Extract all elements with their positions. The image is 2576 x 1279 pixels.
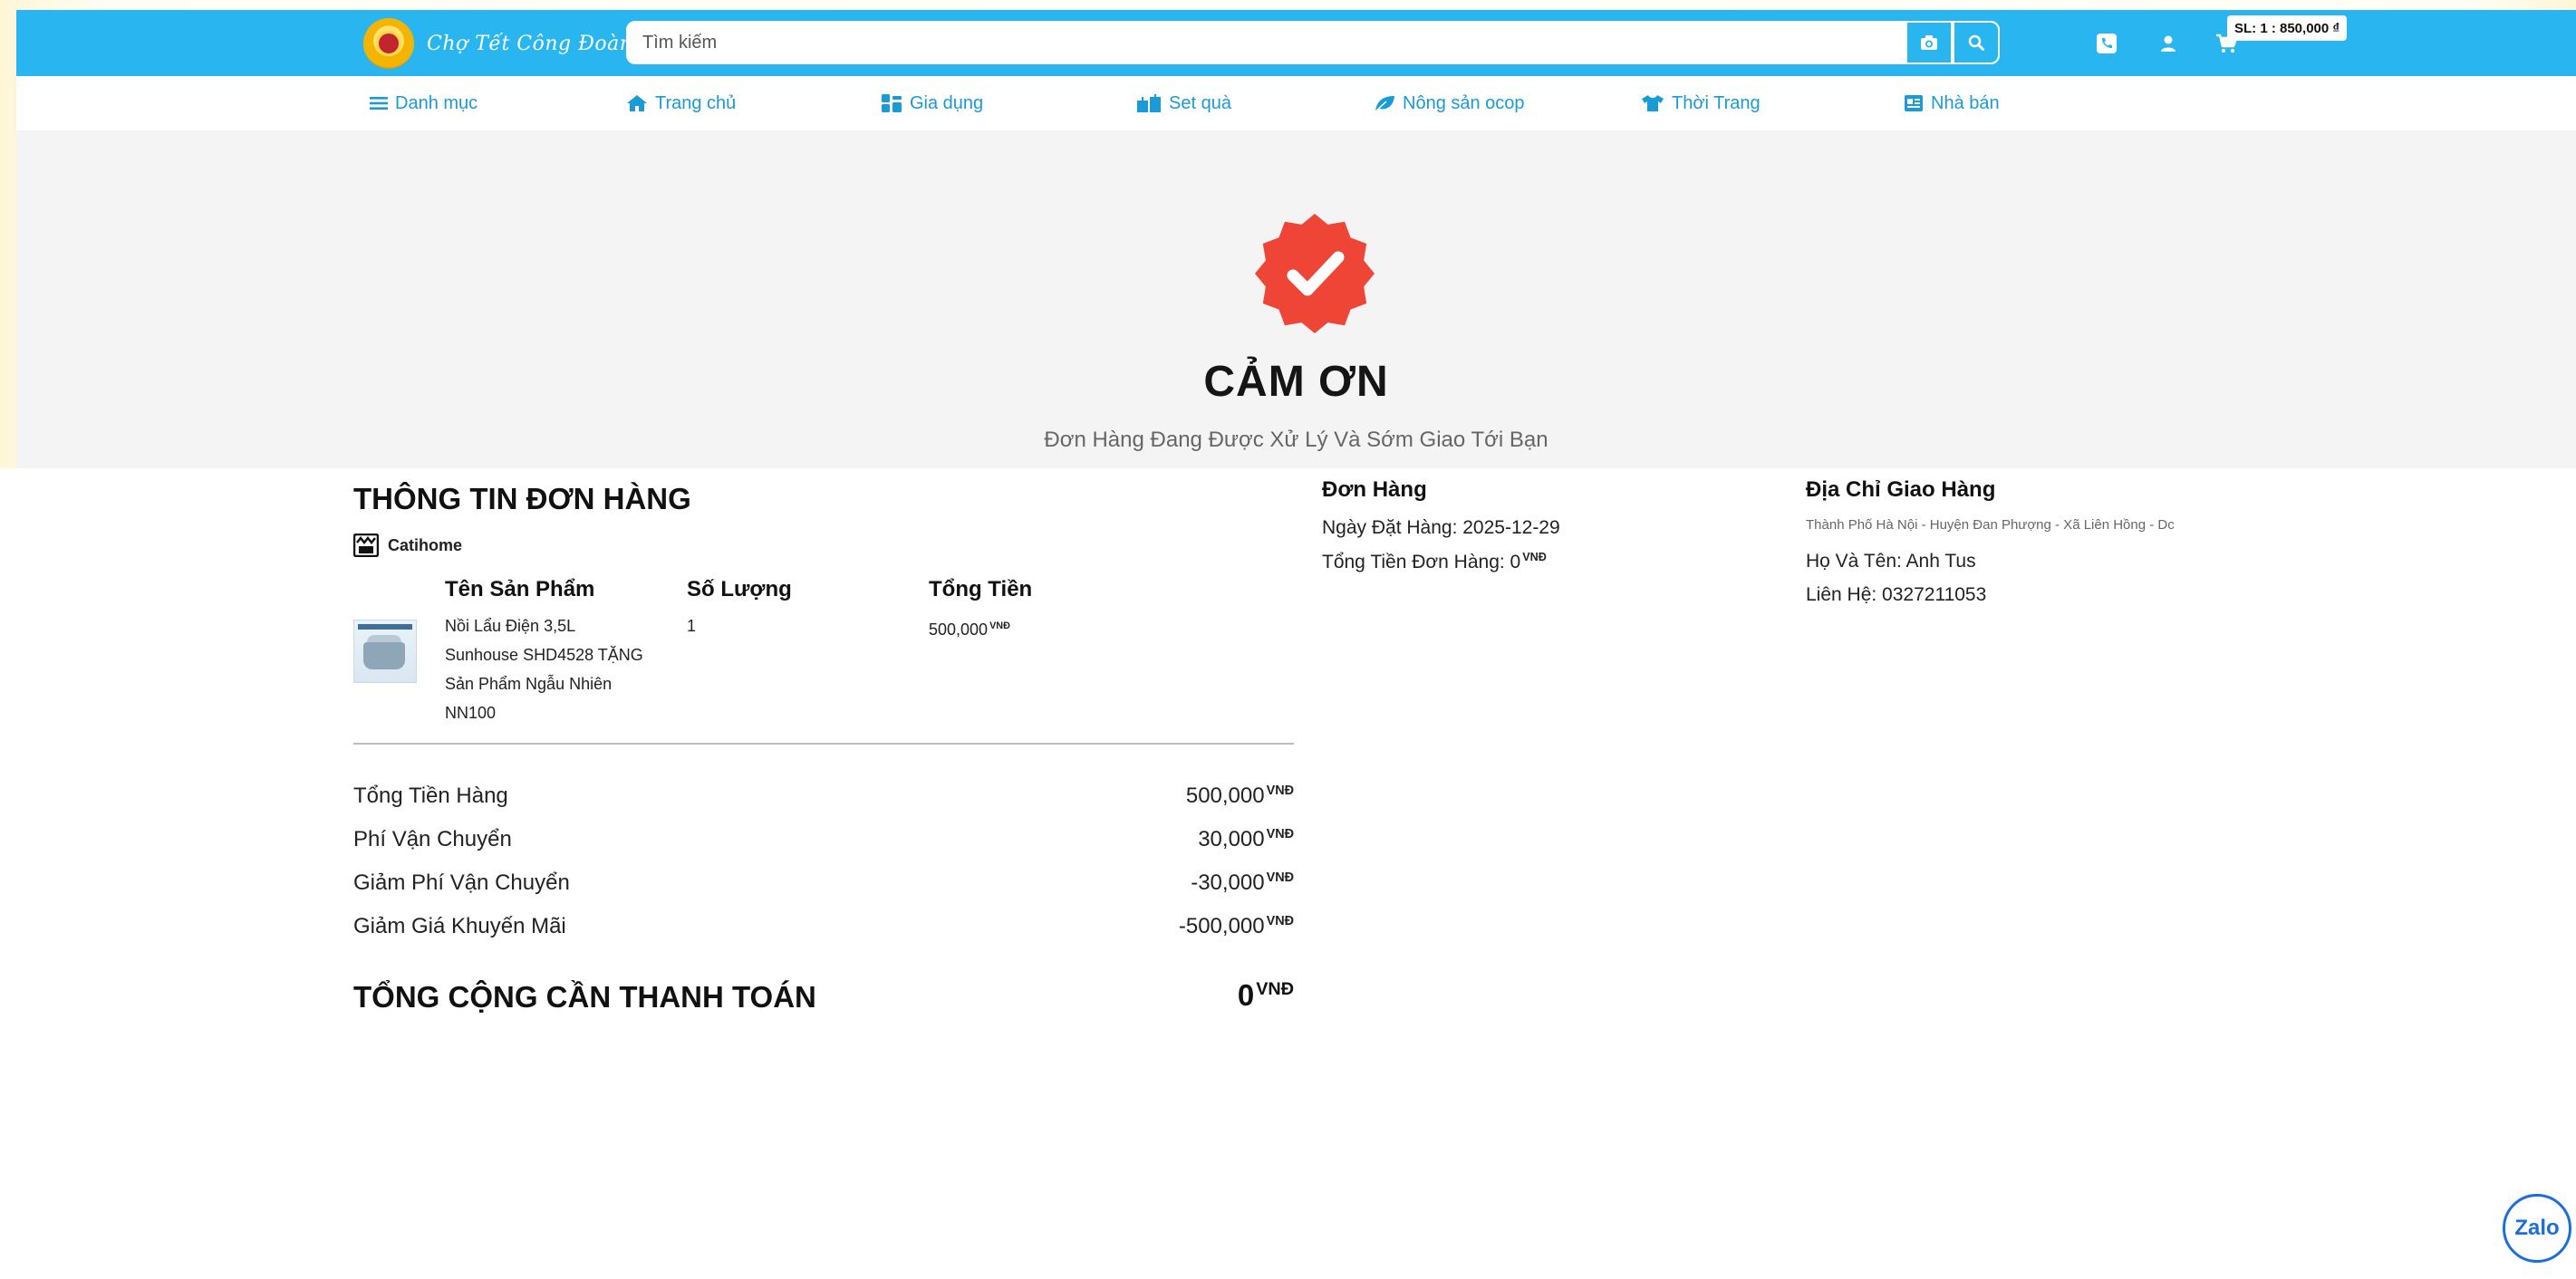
thank-you-title: CẢM ƠN: [1203, 358, 1389, 406]
nav-item-nong-san-ocop[interactable]: Nông sản ocop: [1374, 90, 1525, 117]
amount: 30,000: [1198, 827, 1265, 851]
col-header-product: Tên Sản Phẩm: [445, 577, 595, 601]
appliance-icon: [882, 94, 902, 112]
recipient-name: Họ Và Tên: Anh Tus: [1806, 551, 1976, 572]
nav-label: Nhà bán: [1931, 92, 2000, 113]
cart-summary-badge: SL: 1 : 850,000 ₫: [2227, 15, 2348, 41]
address-title: Địa Chỉ Giao Hàng: [1806, 477, 1996, 502]
search-input[interactable]: [626, 21, 1905, 64]
home-icon: [627, 95, 647, 111]
search-icon: [1968, 34, 1984, 51]
currency-unit: VNĐ: [1266, 784, 1294, 798]
product-total-value: 500,000: [929, 620, 989, 639]
col-header-quantity: Số Lượng: [687, 577, 792, 601]
account-button[interactable]: [2155, 30, 2182, 57]
product-total: 500,000 VNĐ: [929, 611, 1010, 644]
thank-you-subtitle: Đơn Hàng Đang Được Xử Lý Và Sớm Giao Tới…: [1044, 428, 1548, 452]
grand-total-value: 0 VNĐ: [1238, 978, 1294, 1013]
user-icon: [2161, 35, 2176, 52]
recipient-contact: Liên Hệ: 0327211053: [1806, 584, 1987, 605]
product-name-line: Sunhouse SHD4528 TẶNG: [445, 646, 643, 664]
amount: 0: [1237, 978, 1255, 1012]
nav-item-set-qua[interactable]: Set quà: [1136, 90, 1231, 117]
order-date: Ngày Đặt Hàng: 2025-12-29: [1322, 517, 1560, 538]
col-header-total: Tổng Tiền: [929, 577, 1033, 601]
shop-row[interactable]: Catihome: [353, 534, 462, 557]
search-button[interactable]: [1953, 21, 2000, 64]
product-thumbnail[interactable]: [353, 620, 417, 683]
product-quantity: 1: [687, 617, 697, 635]
currency-unit: VNĐ: [1266, 827, 1294, 841]
nav-item-nha-ban[interactable]: Nhà bán: [1904, 90, 2000, 117]
currency-unit: VNĐ: [1256, 979, 1294, 999]
union-emblem-icon: [363, 18, 414, 69]
nav-label: Thời Trang: [1672, 92, 1761, 113]
shirt-icon: [1642, 95, 1664, 111]
camera-icon: [1921, 35, 1937, 50]
summary-value-promo-discount: -500,000 VNĐ: [1179, 914, 1294, 939]
main-nav: Danh mục Trang chủ Gia dụng Set quà Nông…: [16, 76, 2576, 130]
gift-icon: [1137, 94, 1161, 112]
order-title: Đơn Hàng: [1322, 477, 1427, 502]
summary-value-shipping-discount: -30,000 VNĐ: [1191, 870, 1294, 896]
summary-label-promo-discount: Giảm Giá Khuyến Mãi: [353, 914, 566, 938]
nav-item-thoi-trang[interactable]: Thời Trang: [1641, 90, 1761, 117]
summary-label-shipping: Phí Vận Chuyển: [353, 827, 512, 851]
nav-label: Trang chủ: [655, 92, 737, 113]
menu-icon: [370, 97, 388, 110]
product-name-line: Nồi Lẩu Điện 3,5L: [445, 617, 576, 635]
summary-value-shipping: 30,000 VNĐ: [1198, 827, 1294, 852]
nav-label: Nông sản ocop: [1403, 92, 1525, 113]
amount: -500,000: [1178, 914, 1265, 938]
nav-label: Set quà: [1169, 92, 1231, 113]
order-info-title: THÔNG TIN ĐƠN HÀNG: [353, 482, 691, 515]
summary-label-subtotal: Tổng Tiền Hàng: [353, 784, 508, 808]
nav-item-danh-muc[interactable]: Danh mục: [370, 90, 478, 117]
nav-item-trang-chu[interactable]: Trang chủ: [626, 90, 736, 117]
shop-icon: [353, 534, 379, 557]
image-search-button[interactable]: [1905, 21, 1953, 64]
order-total-text: Tổng Tiền Đơn Hàng: 0: [1322, 552, 1521, 572]
currency-unit: VNĐ: [989, 620, 1010, 631]
product-name-line: Sản Phẩm Ngẫu Nhiên: [445, 675, 613, 693]
zalo-label: Zalo: [2514, 1216, 2560, 1240]
currency-unit: VNĐ: [1266, 870, 1294, 885]
nav-label: Gia dụng: [910, 92, 984, 113]
currency-unit: VNĐ: [1522, 551, 1547, 563]
currency-unit: VNĐ: [1266, 914, 1294, 928]
amount: -30,000: [1191, 870, 1265, 895]
summary-label-shipping-discount: Giảm Phí Vận Chuyển: [353, 870, 570, 895]
order-total: Tổng Tiền Đơn Hàng: 0 VNĐ: [1322, 551, 1547, 573]
shop-name: Catihome: [388, 535, 463, 554]
leaf-icon: [1375, 96, 1394, 112]
address-line: Thành Phố Hà Nội - Huyện Đan Phượng - Xã…: [1806, 517, 2175, 533]
nav-label: Danh mục: [395, 92, 478, 113]
order-details: THÔNG TIN ĐƠN HÀNG Catihome Tên Sản Phẩm…: [0, 468, 2576, 1279]
product-name-line: NN100: [445, 704, 497, 722]
success-badge-icon: [1251, 210, 1378, 337]
grand-total-label: TỔNG CỘNG CẦN THANH TOÁN: [353, 980, 816, 1014]
store-icon: [1905, 95, 1923, 111]
amount: 500,000: [1185, 784, 1265, 808]
search-bar: [626, 21, 2000, 64]
top-header: Chợ Tết Công Đoàn Tìm kiếm SL: 1: 850,0…: [16, 10, 2576, 76]
zalo-chat-button[interactable]: Zalo: [2503, 1194, 2571, 1263]
logo-text: Chợ Tết Công Đoàn: [427, 32, 633, 55]
thank-you-banner: CẢM ƠN Đơn Hàng Đang Được Xử Lý Và Sớm G…: [16, 130, 2576, 468]
product-name[interactable]: Nồi Lẩu Điện 3,5L Sunhouse SHD4528 TẶNG …: [445, 611, 643, 727]
summary-value-subtotal: 500,000 VNĐ: [1186, 784, 1294, 809]
phone-button[interactable]: [2093, 30, 2120, 57]
phone-icon: [2097, 34, 2117, 53]
divider: [353, 743, 1294, 745]
nav-item-gia-dung[interactable]: Gia dụng: [881, 90, 983, 117]
site-logo[interactable]: Chợ Tết Công Đoàn: [363, 18, 632, 69]
